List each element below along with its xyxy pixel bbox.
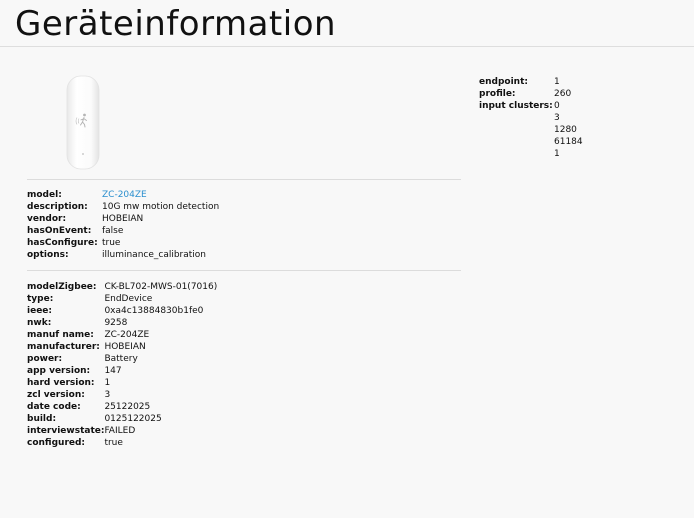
row-value: illuminance_calibration: [102, 250, 207, 260]
endpoint-label: endpoint:: [479, 77, 528, 87]
row-label: hasConfigure:: [27, 238, 98, 248]
row-label: ieee:: [27, 306, 52, 316]
row-label: date code:: [27, 402, 81, 412]
row-value: HOBEIAN: [102, 214, 144, 224]
page-header: Geräteinformation: [0, 0, 694, 47]
section-divider: [27, 179, 461, 180]
table-row: 3: [479, 112, 583, 124]
row-label: interviewstate:: [27, 426, 105, 436]
row-label: app version:: [27, 366, 91, 376]
row-label: build:: [27, 414, 57, 424]
row-value: 0125122025: [104, 414, 162, 424]
row-label: vendor:: [27, 214, 67, 224]
table-row: app version: 147: [27, 365, 217, 377]
input-cluster-value: 3: [554, 113, 560, 123]
table-row: 1280: [479, 124, 583, 136]
row-label: hard version:: [27, 378, 95, 388]
section-divider: [27, 270, 461, 271]
row-label: configured:: [27, 438, 86, 448]
row-value: 25122025: [104, 402, 151, 412]
device-info-table: model: ZC-204ZE description: 10G mw moti…: [27, 189, 219, 261]
table-row: power: Battery: [27, 353, 217, 365]
table-row: description: 10G mw motion detection: [27, 201, 219, 213]
row-label: options:: [27, 250, 69, 260]
table-row: input clusters: 0: [479, 100, 583, 112]
page-title: Geräteinformation: [15, 4, 337, 44]
row-label: hasOnEvent:: [27, 226, 92, 236]
row-value: 3: [104, 390, 111, 400]
row-label: nwk:: [27, 318, 52, 328]
input-cluster-value: 0: [554, 101, 560, 111]
row-label: manuf name:: [27, 330, 94, 340]
row-value: ZC-204ZE: [104, 330, 150, 340]
row-value: 147: [104, 366, 122, 376]
table-row: build: 0125122025: [27, 413, 217, 425]
table-row: date code: 25122025: [27, 401, 217, 413]
table-row: profile: 260: [479, 88, 583, 100]
table-row: options: illuminance_calibration: [27, 249, 219, 261]
row-label: model:: [27, 190, 62, 200]
table-row: endpoint: 1: [479, 76, 583, 88]
table-row: modelZigbee: CK-BL702-MWS-01(7016): [27, 281, 217, 293]
row-label: type:: [27, 294, 54, 304]
row-value: 1: [104, 378, 111, 388]
row-label: zcl version:: [27, 390, 85, 400]
motion-sensor-icon: [66, 75, 100, 170]
table-row: type: EndDevice: [27, 293, 217, 305]
input-cluster-value: 1: [554, 149, 560, 159]
table-row: manufacturer: HOBEIAN: [27, 341, 217, 353]
profile-value: 260: [554, 89, 572, 99]
row-value: Battery: [104, 354, 138, 364]
row-value: EndDevice: [104, 294, 153, 304]
row-value: 0xa4c13884830b1fe0: [104, 306, 204, 316]
row-label: manufacturer:: [27, 342, 100, 352]
table-row: hard version: 1: [27, 377, 217, 389]
row-value: true: [104, 438, 123, 448]
row-label: modelZigbee:: [27, 282, 97, 292]
row-value: FAILED: [104, 426, 136, 436]
input-cluster-value: 1280: [554, 125, 577, 135]
zigbee-info-table: modelZigbee: CK-BL702-MWS-01(7016) type:…: [27, 281, 217, 449]
table-row: hasConfigure: true: [27, 237, 219, 249]
table-row: nwk: 9258: [27, 317, 217, 329]
table-row: model: ZC-204ZE: [27, 189, 219, 201]
model-link[interactable]: ZC-204ZE: [102, 190, 147, 200]
table-row: configured: true: [27, 437, 217, 449]
table-row: interviewstate: FAILED: [27, 425, 217, 437]
profile-label: profile:: [479, 89, 516, 99]
row-value: false: [102, 226, 124, 236]
row-label: power:: [27, 354, 63, 364]
row-value: true: [102, 238, 121, 248]
endpoint-table: endpoint: 1 profile: 260 input clusters:…: [479, 76, 583, 160]
input-cluster-value: 61184: [554, 137, 583, 147]
row-value: HOBEIAN: [104, 342, 146, 352]
input-clusters-label: input clusters:: [479, 101, 553, 111]
table-row: ieee: 0xa4c13884830b1fe0: [27, 305, 217, 317]
table-row: hasOnEvent: false: [27, 225, 219, 237]
row-value: 10G mw motion detection: [102, 202, 220, 212]
table-row: manuf name: ZC-204ZE: [27, 329, 217, 341]
row-value: CK-BL702-MWS-01(7016): [104, 282, 218, 292]
row-value: 9258: [104, 318, 128, 328]
table-row: 1: [479, 148, 583, 160]
row-label: description:: [27, 202, 88, 212]
endpoint-value: 1: [554, 77, 560, 87]
table-row: vendor: HOBEIAN: [27, 213, 219, 225]
table-row: zcl version: 3: [27, 389, 217, 401]
table-row: 61184: [479, 136, 583, 148]
